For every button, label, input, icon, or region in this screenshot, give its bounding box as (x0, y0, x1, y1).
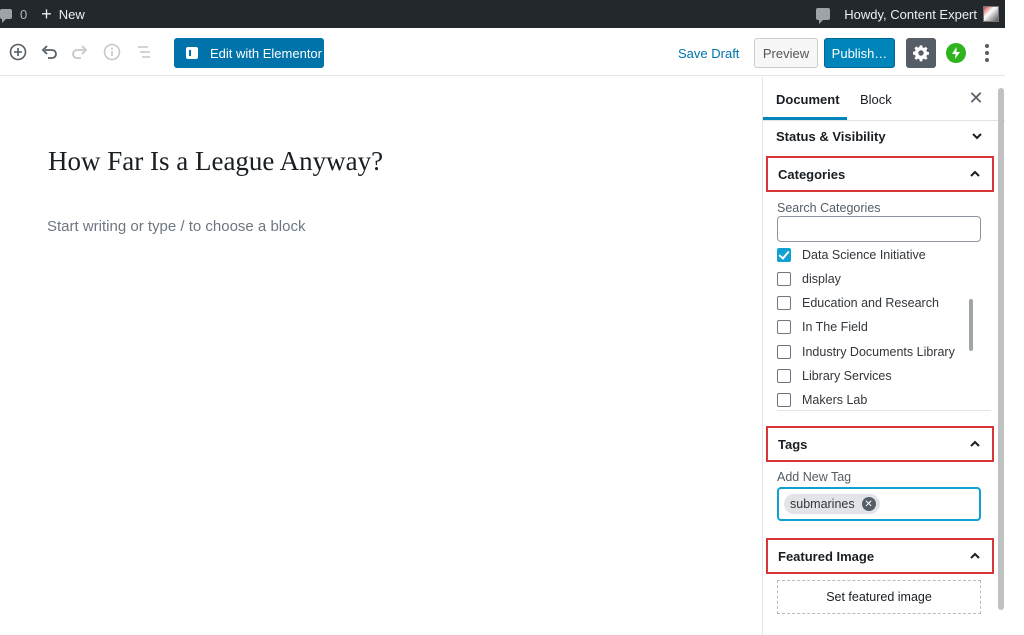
comment-icon (0, 9, 12, 23)
admin-bar: 0 + New Howdy, Content Expert (0, 0, 1005, 28)
search-categories-label: Search Categories (777, 201, 881, 215)
category-item[interactable]: Data Science Initiative (777, 248, 926, 262)
category-item[interactable]: Library Services (777, 369, 892, 383)
elementor-label: Edit with Elementor (210, 45, 322, 61)
category-item[interactable]: In The Field (777, 320, 868, 334)
page-scrollbar[interactable] (998, 88, 1004, 610)
active-tab-indicator (763, 117, 847, 120)
panel-title: Status & Visibility (776, 128, 886, 144)
divider (777, 410, 991, 411)
category-item[interactable]: Education and Research (777, 296, 939, 310)
category-label: Makers Lab (802, 393, 868, 407)
tag-token: submarines ✕ (784, 494, 880, 514)
checkbox[interactable] (777, 248, 791, 262)
outline-icon[interactable] (132, 40, 156, 64)
more-icon[interactable] (980, 41, 994, 65)
comments-link[interactable]: 0 (0, 0, 27, 28)
notification-icon[interactable] (816, 8, 831, 24)
checkbox[interactable] (777, 345, 791, 359)
publish-button[interactable]: Publish… (824, 38, 895, 68)
tags-panel-toggle[interactable]: Tags (766, 426, 994, 462)
category-list-scrollbar[interactable] (969, 299, 973, 351)
category-label: In The Field (802, 320, 868, 334)
tag-input[interactable]: submarines ✕ (777, 487, 981, 521)
checkbox[interactable] (777, 272, 791, 286)
preview-button[interactable]: Preview (754, 38, 818, 68)
chevron-up-icon (970, 552, 980, 559)
chevron-up-icon (970, 170, 980, 177)
checkbox[interactable] (777, 320, 791, 334)
category-list: Data Science Initiative display Educatio… (777, 247, 981, 409)
category-label: Education and Research (802, 296, 939, 310)
sidebar-tabs: Document Block ✕ (763, 77, 1005, 121)
settings-sidebar: Document Block ✕ Status & Visibility Cat… (762, 77, 1005, 635)
gear-icon (912, 45, 930, 62)
category-label: display (802, 272, 841, 286)
editor-toolbar: Edit with Elementor Save Draft Preview P… (0, 28, 1005, 76)
categories-panel-toggle[interactable]: Categories (766, 156, 994, 192)
account-greeting[interactable]: Howdy, Content Expert (844, 7, 977, 22)
undo-icon[interactable] (37, 40, 61, 64)
panel-title: Categories (778, 166, 846, 182)
chevron-down-icon (972, 133, 982, 140)
tab-block[interactable]: Block (860, 92, 892, 107)
settings-button[interactable] (906, 38, 936, 68)
add-new-tag-label: Add New Tag (777, 470, 852, 484)
panel-title: Tags (778, 436, 808, 452)
status-visibility-panel-toggle[interactable]: Status & Visibility (766, 123, 994, 149)
search-categories-input[interactable] (777, 216, 981, 242)
tab-document[interactable]: Document (776, 92, 840, 107)
add-block-icon[interactable] (6, 40, 30, 64)
checkbox[interactable] (777, 369, 791, 383)
remove-tag-icon[interactable]: ✕ (861, 497, 876, 511)
close-icon[interactable]: ✕ (966, 88, 986, 108)
category-label: Industry Documents Library (802, 345, 955, 359)
category-item[interactable]: display (777, 272, 841, 286)
block-placeholder[interactable]: Start writing or type / to choose a bloc… (47, 218, 305, 235)
new-label: New (58, 6, 85, 22)
category-item[interactable]: Industry Documents Library (777, 345, 955, 359)
edit-with-elementor-button[interactable]: Edit with Elementor (174, 38, 324, 68)
jetpack-icon[interactable] (946, 43, 966, 63)
category-label: Library Services (802, 369, 892, 383)
checkbox[interactable] (777, 296, 791, 310)
category-item[interactable]: Makers Lab (777, 393, 867, 407)
redo-icon[interactable] (68, 40, 92, 64)
avatar[interactable] (983, 6, 999, 22)
post-title[interactable]: How Far Is a League Anyway? (48, 146, 383, 177)
set-featured-image-button[interactable]: Set featured image (777, 580, 981, 614)
tag-token-label: submarines (790, 497, 855, 511)
featured-image-panel-toggle[interactable]: Featured Image (766, 538, 994, 574)
plus-icon: + (41, 4, 52, 24)
elementor-icon (186, 47, 198, 59)
save-draft-button[interactable]: Save Draft (678, 46, 739, 61)
panel-title: Featured Image (778, 548, 875, 564)
category-label: Data Science Initiative (802, 248, 926, 262)
checkbox[interactable] (777, 393, 791, 407)
info-icon[interactable] (100, 40, 124, 64)
new-content-link[interactable]: + New (27, 0, 85, 28)
comment-count: 0 (20, 6, 28, 22)
chevron-up-icon (970, 440, 980, 447)
